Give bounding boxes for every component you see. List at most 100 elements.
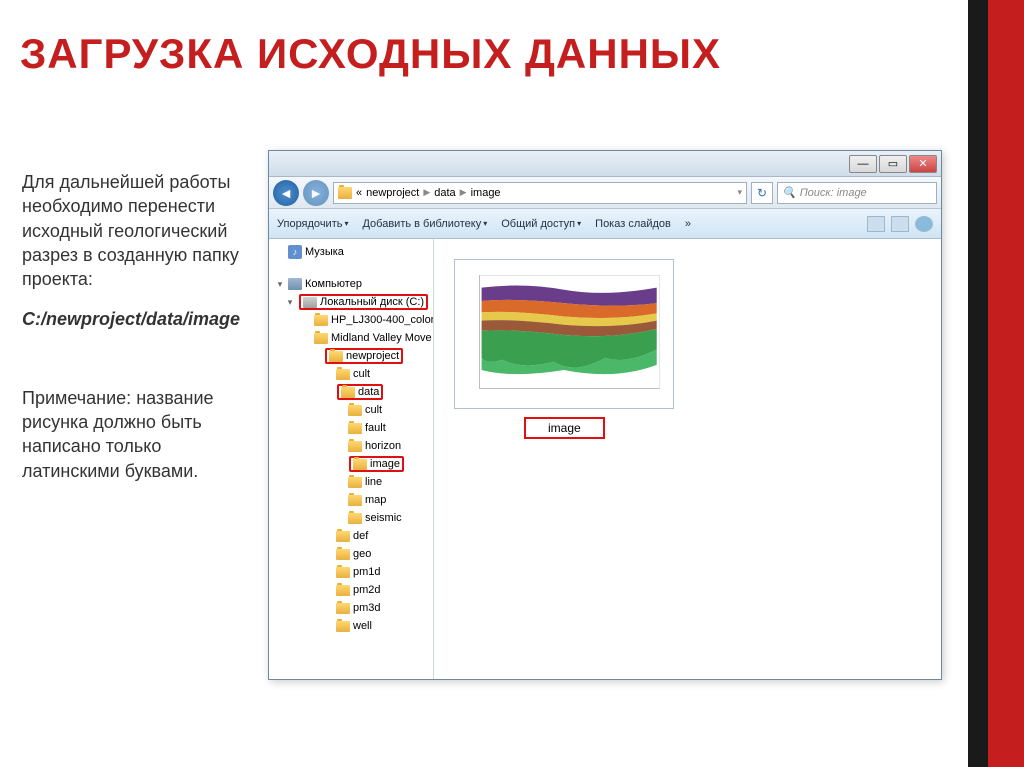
chevron-down-icon[interactable]: ▾ (737, 187, 742, 198)
preview-pane-icon[interactable] (891, 216, 909, 232)
folder-label: cult (353, 368, 370, 380)
folder-tree: ♪ Музыка ▾ Компьютер ▾ Локальный диск (C… (269, 239, 434, 679)
tree-folder-pm2d[interactable]: pm2d (269, 581, 433, 599)
tree-computer[interactable]: ▾ Компьютер (269, 275, 433, 293)
folder-label: HP_LJ300-400_color_MFF (331, 314, 434, 326)
tree-folder-cult[interactable]: cult (269, 401, 433, 419)
window-titlebar: — ▭ ✕ (269, 151, 941, 177)
tree-folder-horizon[interactable]: horizon (269, 437, 433, 455)
share-menu[interactable]: Общий доступ▾ (501, 218, 581, 230)
project-path: C:/newproject/data/image (22, 307, 252, 331)
tree-music[interactable]: ♪ Музыка (269, 243, 433, 261)
image-thumbnail[interactable] (454, 259, 674, 409)
toolbar: Упорядочить▾ Добавить в библиотеку▾ Общи… (269, 209, 941, 239)
folder-icon (348, 423, 362, 434)
expand-icon[interactable]: ▾ (275, 279, 285, 290)
folder-icon (336, 549, 350, 560)
bc-0[interactable]: newproject (366, 187, 419, 199)
folder-icon (338, 187, 352, 199)
maximize-button[interactable]: ▭ (879, 155, 907, 173)
geology-cross-section-icon (461, 266, 667, 402)
bc-2[interactable]: image (471, 187, 501, 199)
tree-folder-geo[interactable]: geo (269, 545, 433, 563)
bc-prefix: « (356, 187, 362, 199)
chevron-right-icon: ▶ (423, 187, 430, 198)
tree-folder-well[interactable]: well (269, 617, 433, 635)
folder-label: cult (365, 404, 382, 416)
more-button[interactable]: » (685, 218, 691, 230)
chevron-right-icon: ▶ (460, 187, 467, 198)
thumbnail-label[interactable]: image (524, 417, 605, 439)
tree-cdrive[interactable]: ▾ Локальный диск (C:) (269, 293, 433, 311)
folder-label: geo (353, 548, 371, 560)
folder-icon (353, 459, 367, 470)
folder-label: horizon (365, 440, 401, 452)
folder-label: pm3d (353, 602, 381, 614)
folder-label: map (365, 494, 386, 506)
tree-folder-newproject[interactable]: newproject (269, 347, 433, 365)
tree-folder-line[interactable]: line (269, 473, 433, 491)
folder-label: seismic (365, 512, 402, 524)
folder-label: newproject (346, 350, 399, 362)
tree-folder-image[interactable]: image (269, 455, 433, 473)
folder-icon (314, 315, 328, 326)
breadcrumb[interactable]: « newproject ▶ data ▶ image ▾ (333, 182, 747, 204)
tree-folder-cult[interactable]: cult (269, 365, 433, 383)
search-icon: 🔍 (782, 186, 796, 199)
close-button[interactable]: ✕ (909, 155, 937, 173)
decor-red-stripe (988, 0, 1024, 767)
folder-icon (329, 351, 343, 362)
content-pane: image (434, 239, 941, 679)
explorer-body: ♪ Музыка ▾ Компьютер ▾ Локальный диск (C… (269, 239, 941, 679)
tree-folder-data[interactable]: data (269, 383, 433, 401)
nav-bar: ◄ ► « newproject ▶ data ▶ image ▾ ↻ 🔍 По… (269, 177, 941, 209)
folder-label: line (365, 476, 382, 488)
folder-label: pm1d (353, 566, 381, 578)
folder-icon (336, 603, 350, 614)
tree-folder-pm1d[interactable]: pm1d (269, 563, 433, 581)
folder-icon (341, 387, 355, 398)
tree-folder-HP_LJ300-400_color_MFF[interactable]: HP_LJ300-400_color_MFF (269, 311, 433, 329)
folder-icon (348, 477, 362, 488)
refresh-button[interactable]: ↻ (751, 182, 773, 204)
decor-dark-stripe (968, 0, 988, 767)
folder-icon (348, 513, 362, 524)
folder-label: pm2d (353, 584, 381, 596)
organize-menu[interactable]: Упорядочить▾ (277, 218, 348, 230)
help-icon[interactable] (915, 216, 933, 232)
tree-folder-def[interactable]: def (269, 527, 433, 545)
back-button[interactable]: ◄ (273, 180, 299, 206)
paragraph-note: Примечание: название рисунка должно быть… (22, 386, 252, 483)
minimize-button[interactable]: — (849, 155, 877, 173)
search-placeholder: Поиск: image (800, 187, 867, 199)
slide-title: ЗАГРУЗКА ИСХОДНЫХ ДАННЫХ (20, 30, 721, 78)
folder-label: Midland Valley Move 201 (331, 332, 434, 344)
bc-1[interactable]: data (434, 187, 455, 199)
folder-icon (336, 531, 350, 542)
forward-button[interactable]: ► (303, 180, 329, 206)
slideshow-button[interactable]: Показ слайдов (595, 218, 671, 230)
drive-icon (303, 297, 317, 308)
add-library-menu[interactable]: Добавить в библиотеку▾ (362, 218, 487, 230)
tree-folder-map[interactable]: map (269, 491, 433, 509)
folder-icon (336, 567, 350, 578)
folder-icon (348, 441, 362, 452)
paragraph-1: Для дальнейшей работы необходимо перенес… (22, 170, 252, 291)
tree-folder-seismic[interactable]: seismic (269, 509, 433, 527)
folder-icon (336, 585, 350, 596)
tree-folder-Midland Valley Move 201[interactable]: Midland Valley Move 201 (269, 329, 433, 347)
folder-label: image (370, 458, 400, 470)
folder-icon (336, 369, 350, 380)
folder-icon (348, 405, 362, 416)
tree-folder-pm3d[interactable]: pm3d (269, 599, 433, 617)
folder-icon (336, 621, 350, 632)
search-input[interactable]: 🔍 Поиск: image (777, 182, 937, 204)
folder-icon (348, 495, 362, 506)
explorer-window: — ▭ ✕ ◄ ► « newproject ▶ data ▶ image ▾ … (268, 150, 942, 680)
tree-folder-fault[interactable]: fault (269, 419, 433, 437)
expand-icon[interactable]: ▾ (285, 297, 295, 308)
computer-icon (288, 278, 302, 290)
view-icon[interactable] (867, 216, 885, 232)
folder-icon (314, 333, 328, 344)
folder-label: well (353, 620, 372, 632)
